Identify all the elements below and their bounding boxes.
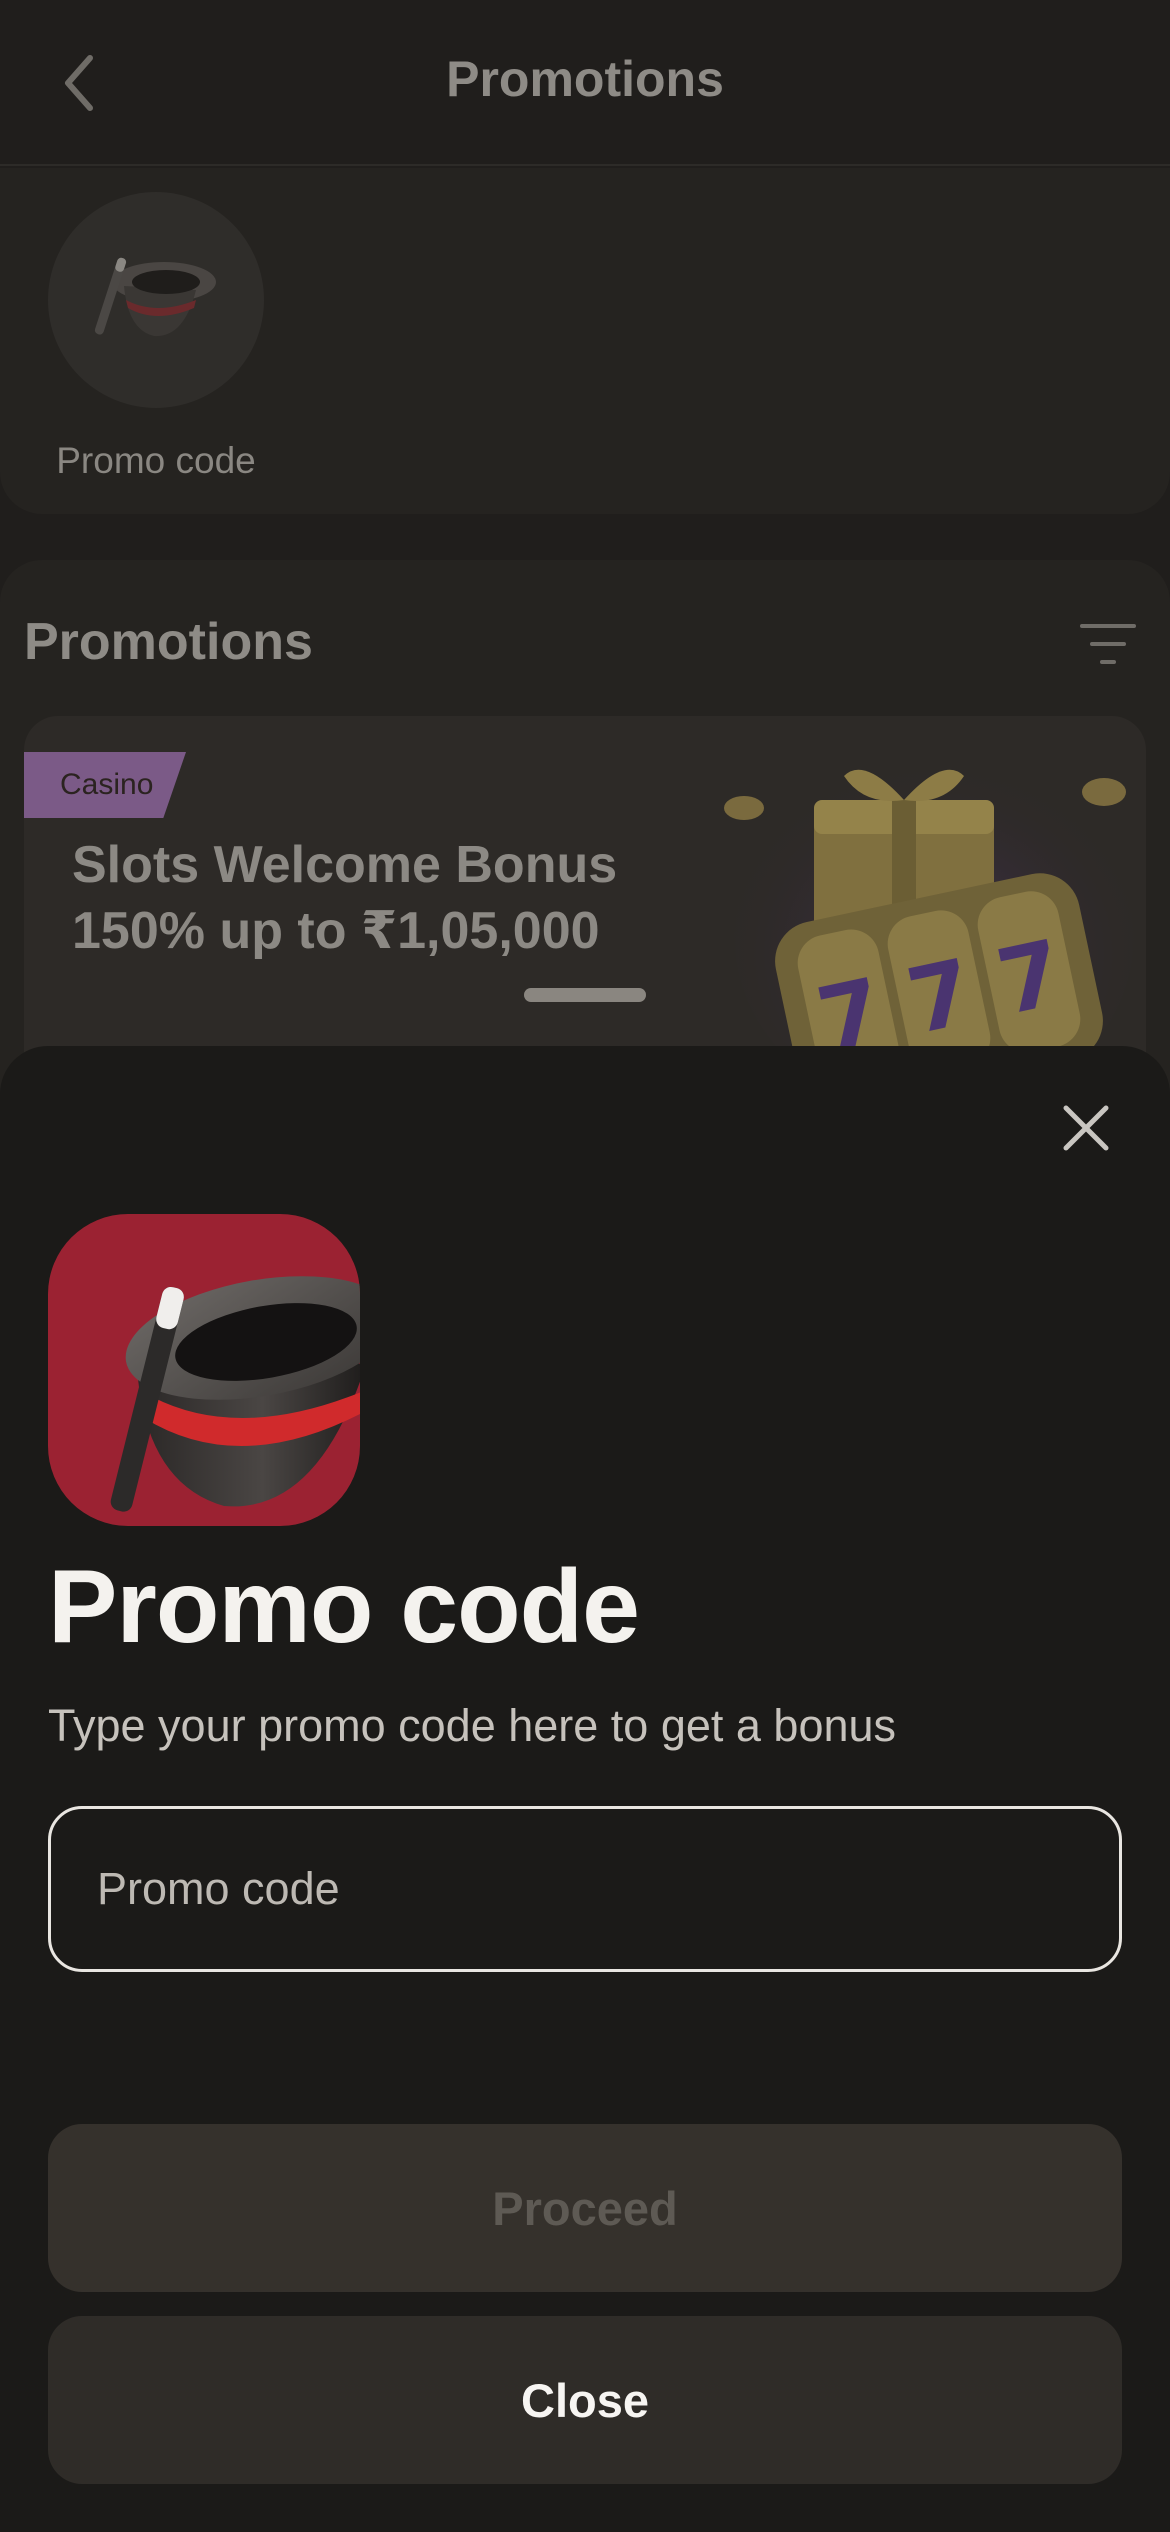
carousel-indicator <box>524 988 646 1002</box>
top-hat-wand-icon <box>110 1276 360 1512</box>
magic-hat-app-icon <box>48 1214 360 1526</box>
section-title: Promotions <box>24 613 313 671</box>
banner-title: Slots Welcome Bonus 150% up to ₹1,05,000 <box>72 832 712 964</box>
category-badge-label: Casino <box>60 768 154 801</box>
promo-code-shortcut-label: Promo code <box>56 440 256 481</box>
proceed-button[interactable]: Proceed <box>48 2124 1122 2292</box>
promotions-screen: Promotions Promo code Promotions Casino … <box>0 0 1170 2532</box>
banner-title-line-1: Slots Welcome Bonus <box>72 836 618 894</box>
page-title: Promotions <box>446 51 724 107</box>
close-button[interactable]: Close <box>48 2316 1122 2484</box>
close-icon[interactable] <box>1058 1100 1114 1156</box>
filter-icon[interactable] <box>1078 620 1138 670</box>
magic-hat-icon <box>94 257 216 337</box>
sheet-title: Promo code <box>48 1549 640 1665</box>
promo-code-input[interactable] <box>48 1806 1122 1972</box>
banner-title-line-2: 150% up to ₹1,05,000 <box>72 902 600 960</box>
sheet-subtitle: Type your promo code here to get a bonus <box>48 1700 897 1751</box>
top-bar: Promotions <box>0 0 1170 166</box>
